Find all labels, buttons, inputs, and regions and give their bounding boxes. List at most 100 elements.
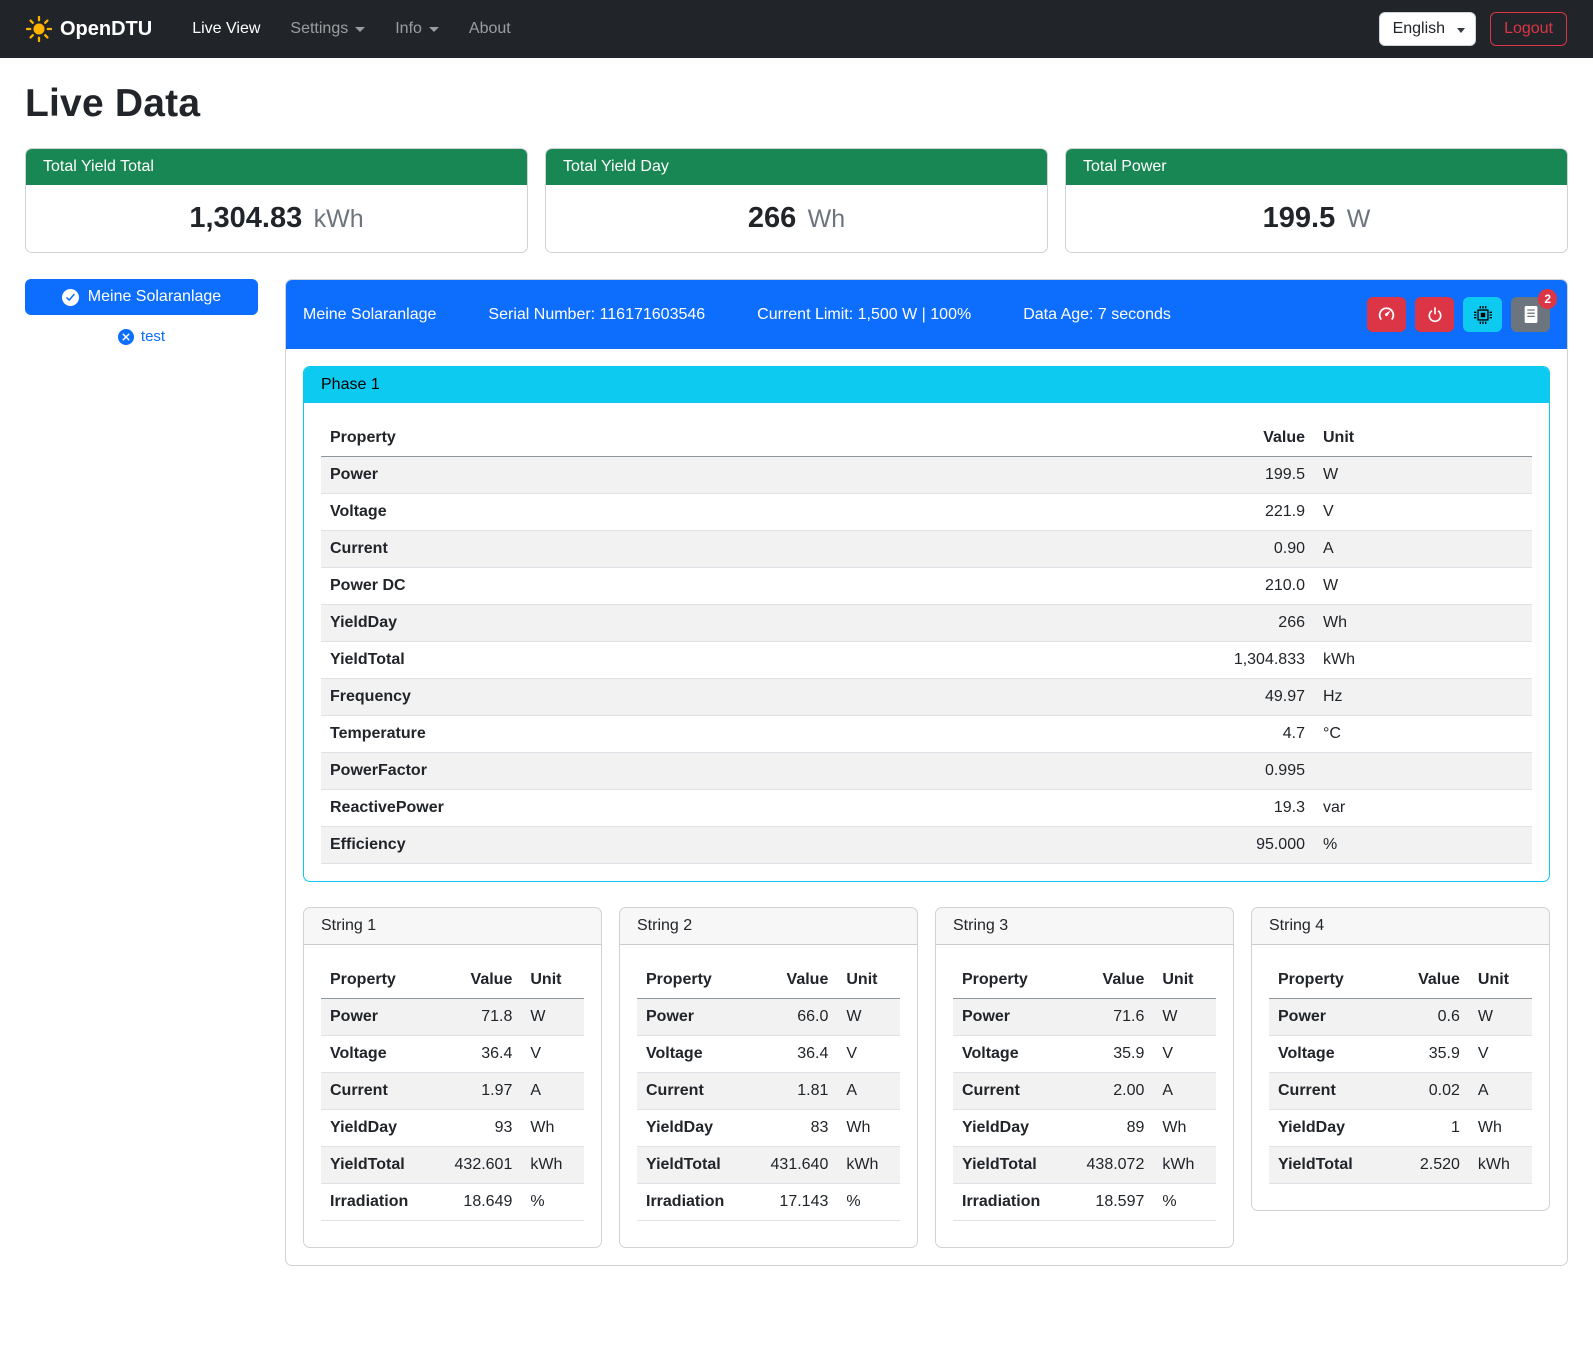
event-log-button[interactable]: 2 bbox=[1511, 297, 1550, 332]
table-row: Power DC210.0W bbox=[321, 568, 1532, 605]
property-cell: YieldDay bbox=[953, 1110, 1049, 1147]
x-circle-icon bbox=[118, 329, 134, 345]
inverter-name: Meine Solaranlage bbox=[303, 306, 436, 324]
table-row: Current0.02A bbox=[1269, 1073, 1532, 1110]
table-row: Current0.90A bbox=[321, 531, 1532, 568]
table-row: PowerFactor0.995 bbox=[321, 753, 1532, 790]
value-cell: 17.143 bbox=[733, 1184, 837, 1221]
table-row: YieldTotal1,304.833kWh bbox=[321, 642, 1532, 679]
property-cell: Power bbox=[1269, 999, 1364, 1036]
property-cell: YieldDay bbox=[1269, 1110, 1364, 1147]
value-cell: 35.9 bbox=[1049, 1036, 1153, 1073]
page-container: Live Data Total Yield Total 1,304.83 kWh… bbox=[0, 58, 1593, 1296]
sidebar-item-label: Meine Solaranlage bbox=[88, 288, 221, 306]
unit-cell: kWh bbox=[1314, 642, 1532, 679]
value-cell: 35.9 bbox=[1364, 1036, 1469, 1073]
column-header-property: Property bbox=[953, 962, 1049, 999]
value-cell: 93 bbox=[417, 1110, 521, 1147]
unit-cell: % bbox=[521, 1184, 584, 1221]
value-cell: 210.0 bbox=[1184, 568, 1314, 605]
table-row: YieldTotal432.601kWh bbox=[321, 1147, 584, 1184]
nav-about[interactable]: About bbox=[457, 12, 523, 46]
nav-settings[interactable]: Settings bbox=[278, 12, 377, 46]
table-row: Current1.81A bbox=[637, 1073, 900, 1110]
table-header: Property Value Unit bbox=[321, 962, 584, 999]
unit-cell: A bbox=[521, 1073, 584, 1110]
brand-link[interactable]: OpenDTU bbox=[26, 16, 152, 42]
card-title: Total Yield Day bbox=[546, 149, 1047, 185]
string-2-card: String 2 Property Value Unit bbox=[619, 907, 918, 1248]
string-3-table: Property Value Unit Power71.6WVoltage35.… bbox=[953, 962, 1216, 1221]
property-cell: YieldDay bbox=[637, 1110, 733, 1147]
card-value-area: 199.5 W bbox=[1066, 185, 1567, 252]
column-header-value: Value bbox=[733, 962, 837, 999]
main-row: Meine Solaranlage test Meine Solaranlage… bbox=[25, 279, 1568, 1266]
table-row: YieldDay93Wh bbox=[321, 1110, 584, 1147]
table-row: Irradiation18.597% bbox=[953, 1184, 1216, 1221]
property-cell: Current bbox=[637, 1073, 733, 1110]
device-info-button[interactable] bbox=[1463, 297, 1502, 332]
sidebar-item-test[interactable]: test bbox=[25, 328, 258, 345]
unit-cell: W bbox=[521, 999, 584, 1036]
column-header-unit: Unit bbox=[1314, 420, 1532, 457]
unit-cell: V bbox=[837, 1036, 900, 1073]
property-cell: YieldTotal bbox=[321, 1147, 417, 1184]
property-cell: Current bbox=[321, 1073, 417, 1110]
table-row: Current2.00A bbox=[953, 1073, 1216, 1110]
column-header-unit: Unit bbox=[1153, 962, 1216, 999]
unit-cell: Wh bbox=[1469, 1110, 1532, 1147]
property-cell: Power bbox=[637, 999, 733, 1036]
inverter-panel-body: Phase 1 Property Value Unit Power199.5WV… bbox=[286, 349, 1567, 1265]
property-cell: YieldTotal bbox=[953, 1147, 1049, 1184]
value-cell: 2.520 bbox=[1364, 1147, 1469, 1184]
table-header: Property Value Unit bbox=[637, 962, 900, 999]
card-unit: Wh bbox=[808, 205, 846, 233]
unit-cell: V bbox=[1469, 1036, 1532, 1073]
unit-cell: Wh bbox=[1153, 1110, 1216, 1147]
logout-button[interactable]: Logout bbox=[1490, 12, 1567, 46]
unit-cell: W bbox=[1469, 999, 1532, 1036]
value-cell: 1.97 bbox=[417, 1073, 521, 1110]
journal-icon bbox=[1522, 306, 1539, 323]
sidebar-item-meine-solaranlage[interactable]: Meine Solaranlage bbox=[25, 279, 258, 315]
table-row: YieldTotal2.520kWh bbox=[1269, 1147, 1532, 1184]
table-row: YieldDay83Wh bbox=[637, 1110, 900, 1147]
column-header-unit: Unit bbox=[837, 962, 900, 999]
unit-cell: W bbox=[1153, 999, 1216, 1036]
speedometer-icon bbox=[1377, 305, 1396, 324]
total-yield-day-card: Total Yield Day 266 Wh bbox=[545, 148, 1048, 253]
page-title: Live Data bbox=[25, 82, 1568, 126]
limit-settings-button[interactable] bbox=[1367, 297, 1406, 332]
property-cell: Voltage bbox=[321, 1036, 417, 1073]
column-header-property: Property bbox=[1269, 962, 1364, 999]
value-cell: 0.02 bbox=[1364, 1073, 1469, 1110]
card-value-area: 266 Wh bbox=[546, 185, 1047, 252]
nav-info[interactable]: Info bbox=[383, 12, 451, 46]
value-cell: 1,304.833 bbox=[1184, 642, 1314, 679]
unit-cell: Hz bbox=[1314, 679, 1532, 716]
string-card-body: Property Value Unit Power71.8WVoltage36.… bbox=[304, 945, 601, 1247]
value-cell: 36.4 bbox=[733, 1036, 837, 1073]
unit-cell: A bbox=[1153, 1073, 1216, 1110]
navbar-left: OpenDTU Live View Settings Info About bbox=[26, 12, 1379, 46]
property-cell: Voltage bbox=[1269, 1036, 1364, 1073]
nav-info-label: Info bbox=[395, 20, 422, 38]
value-cell: 199.5 bbox=[1184, 457, 1314, 494]
string-card-body: Property Value Unit Power71.6WVoltage35.… bbox=[936, 945, 1233, 1247]
value-cell: 36.4 bbox=[417, 1036, 521, 1073]
column-header-unit: Unit bbox=[1469, 962, 1532, 999]
value-cell: 431.640 bbox=[733, 1147, 837, 1184]
unit-cell: kWh bbox=[837, 1147, 900, 1184]
phase-card-body: Property Value Unit Power199.5WVoltage22… bbox=[304, 403, 1549, 881]
value-cell: 71.8 bbox=[417, 999, 521, 1036]
power-button[interactable] bbox=[1415, 297, 1454, 332]
language-select[interactable]: English bbox=[1379, 12, 1476, 46]
card-value: 199.5 bbox=[1263, 202, 1336, 234]
unit-cell: Wh bbox=[521, 1110, 584, 1147]
value-cell: 221.9 bbox=[1184, 494, 1314, 531]
nav-live-view[interactable]: Live View bbox=[180, 12, 272, 46]
property-cell: ReactivePower bbox=[321, 790, 1184, 827]
cpu-icon bbox=[1474, 306, 1492, 324]
string-1-table: Property Value Unit Power71.8WVoltage36.… bbox=[321, 962, 584, 1221]
value-cell: 1.81 bbox=[733, 1073, 837, 1110]
